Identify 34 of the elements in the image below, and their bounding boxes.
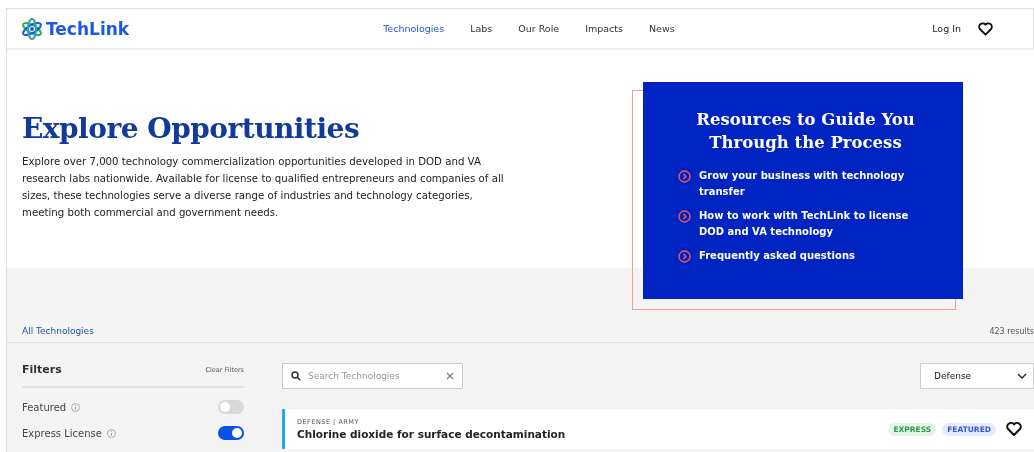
page-title: Explore Opportunities <box>22 112 361 145</box>
nav-link[interactable]: Labs <box>470 23 493 34</box>
search-field[interactable]: Search Technologies <box>282 363 463 389</box>
nav-link[interactable]: Our Role <box>518 23 560 34</box>
close-icon[interactable] <box>446 372 454 380</box>
atom-icon <box>21 17 43 40</box>
chevron-circle-icon <box>678 170 691 183</box>
info-icon <box>106 428 116 438</box>
filter-label: Featured <box>22 401 67 413</box>
category-dropdown[interactable]: Defense <box>920 363 1034 389</box>
chevron-circle-icon <box>678 250 691 263</box>
nav-link[interactable]: Technologies <box>383 23 445 34</box>
search-icon <box>291 371 301 381</box>
breadcrumb-link[interactable]: All Technologies <box>22 326 94 336</box>
filter-label: Express License <box>22 427 102 439</box>
resource-link[interactable]: Grow your business with technology transfer <box>699 168 933 200</box>
resource-link[interactable]: How to work with TechLink to license DOD and VA technology <box>699 208 933 240</box>
heart-icon[interactable] <box>978 21 993 36</box>
result-count: 423 results <box>989 326 1034 336</box>
login-link[interactable]: Log In <box>932 23 961 34</box>
toggle-switch[interactable] <box>218 426 244 440</box>
nav-link[interactable]: News <box>649 23 675 34</box>
chevron-down-icon <box>1017 373 1027 379</box>
intro-paragraph: Explore over 7,000 technology commercialization opportunities developed in DOD and VA research labs nationwide. Available for license to qualified entrepreneurs and companies of all sizes, these technologies serve a diverse range of industries and technology categories, meeting both commercial and government needs. <box>22 155 505 220</box>
techlink-logo[interactable]: TechLink <box>21 17 130 40</box>
technology-title[interactable]: Chlorine dioxide for surface decontamination <box>297 428 889 440</box>
toggle-switch[interactable] <box>218 400 244 414</box>
heart-icon[interactable] <box>1006 422 1022 436</box>
card-title: Resources to Guide You Through the Process <box>695 109 916 154</box>
info-icon <box>71 402 81 412</box>
chevron-circle-icon <box>678 210 691 223</box>
nav-link[interactable]: Impacts <box>585 23 623 34</box>
filters-heading: Filters <box>22 363 62 376</box>
resource-link[interactable]: Frequently asked questions <box>699 248 855 264</box>
